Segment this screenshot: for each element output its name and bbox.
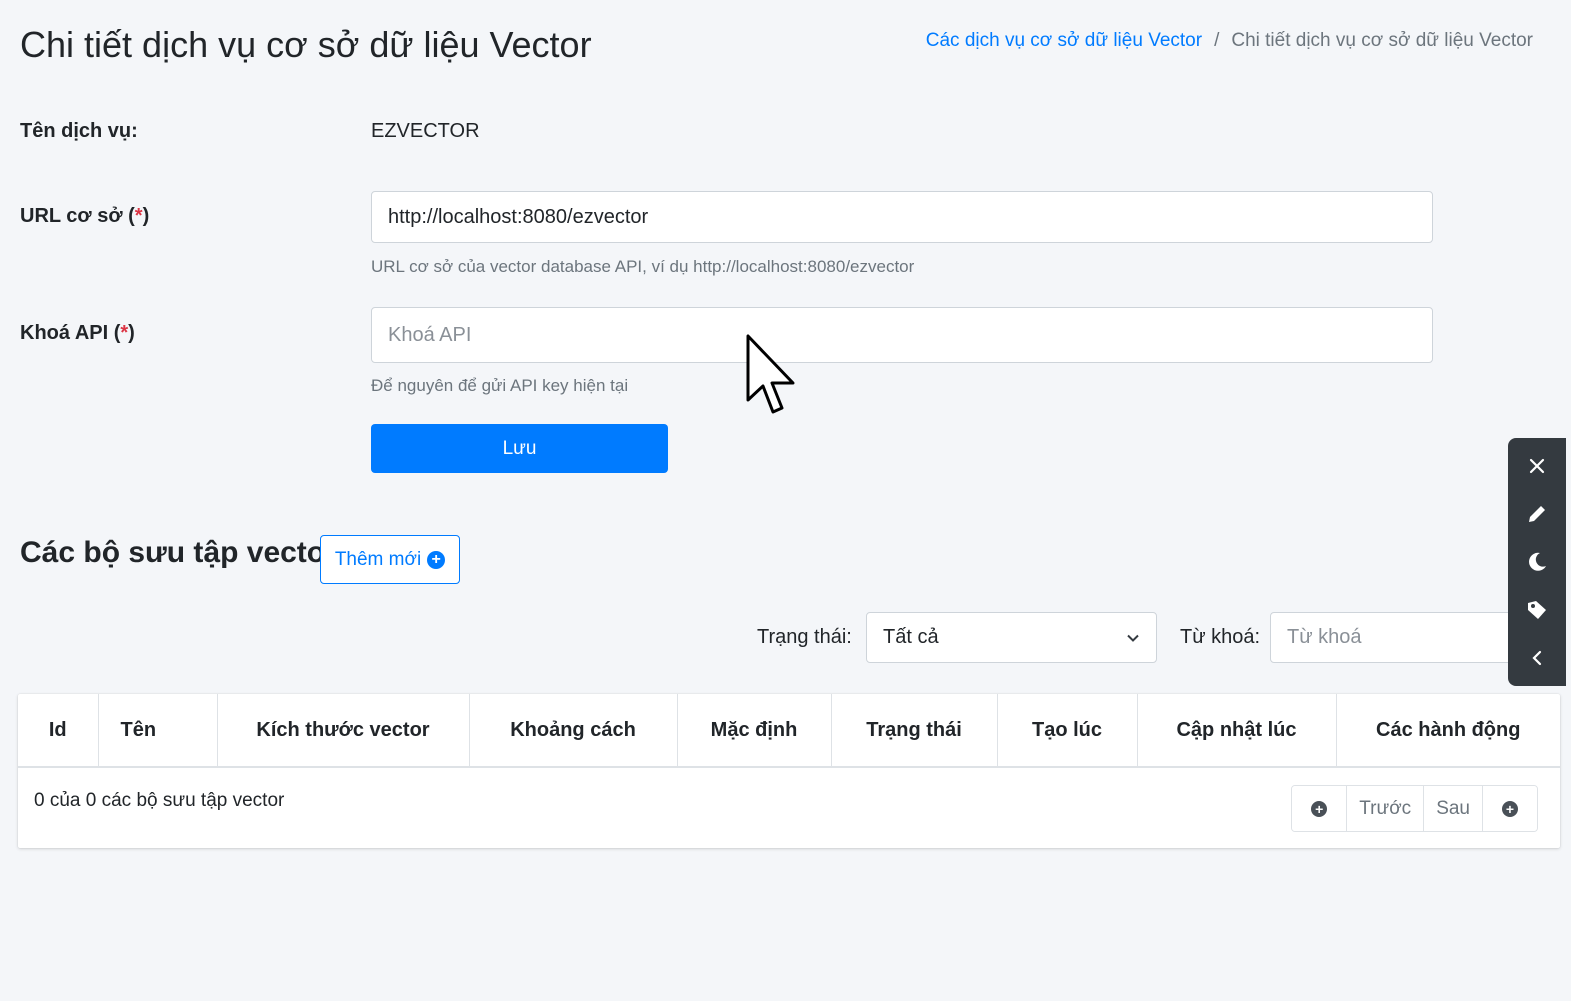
keyword-filter-label: Từ khoá: [1180,626,1261,648]
dark-mode-button[interactable] [1517,542,1557,582]
column-header-id[interactable]: Id [18,694,99,768]
base-url-input[interactable] [371,191,1433,243]
required-marker: * [134,205,143,227]
base-url-label: URL cơ sở (*) [20,205,149,228]
base-url-label-text: URL cơ sở ( [20,205,135,227]
base-url-help: URL cơ sở của vector database API, ví dụ… [371,257,915,276]
column-header-created-at[interactable]: Tạo lúc [997,694,1138,768]
close-icon [1529,458,1545,474]
base-url-label-end: ) [142,205,150,227]
add-collection-button[interactable]: Thêm mới + [320,535,460,584]
api-key-label: Khoá API (*) [20,322,135,345]
plus-circle-icon: + [1502,800,1518,817]
pagination-next-button[interactable]: Sau [1424,786,1483,831]
close-toolbar-button[interactable] [1517,446,1557,486]
theme-button[interactable] [1517,590,1557,630]
api-key-input[interactable] [371,307,1433,363]
status-filter-select[interactable]: Tất cả [866,612,1157,663]
column-header-distance[interactable]: Khoảng cách [469,694,678,768]
column-header-status[interactable]: Trạng thái [831,694,998,768]
table-header-row: Id Tên Kích thước vector Khoảng cách Mặc… [18,694,1560,768]
service-name-value: EZVECTOR [371,120,480,142]
pencil-icon [1529,506,1545,522]
plus-circle-icon: + [427,550,446,569]
table-summary: 0 của 0 các bộ sưu tập vector [34,790,285,811]
column-header-name[interactable]: Tên [98,694,218,768]
chevron-left-icon [1532,650,1542,666]
api-key-label-end: ) [128,322,135,344]
keyword-search-input[interactable] [1270,612,1530,663]
pagination-prev-button[interactable]: Trước [1347,786,1425,831]
floating-toolbar [1508,438,1566,686]
moon-icon [1529,552,1546,571]
column-header-updated-at[interactable]: Cập nhật lúc [1137,694,1337,768]
service-name-label: Tên dịch vụ: [20,120,138,142]
collections-table-card: Id Tên Kích thước vector Khoảng cách Mặc… [18,694,1560,848]
breadcrumb-separator: / [1214,30,1220,51]
breadcrumb-current: Chi tiết dịch vụ cơ sở dữ liệu Vector [1231,30,1533,51]
column-header-vector-size[interactable]: Kích thước vector [217,694,470,768]
save-button[interactable]: Lưu [371,424,668,473]
plus-circle-icon: + [1311,800,1328,817]
add-collection-label: Thêm mới [334,548,422,570]
required-marker: * [120,322,129,344]
collapse-toolbar-button[interactable] [1517,638,1557,678]
status-filter-label: Trạng thái: [757,626,852,648]
status-filter-value: Tất cả [883,626,939,648]
pagination-last-button[interactable]: + [1483,786,1537,831]
breadcrumb-link-services[interactable]: Các dịch vụ cơ sở dữ liệu Vector [926,30,1202,52]
breadcrumb: Các dịch vụ cơ sở dữ liệu Vector / Chi t… [926,30,1533,52]
chevron-down-icon [1127,634,1139,642]
palette-icon [1528,601,1546,619]
pagination: + Trước Sau + [1291,785,1538,832]
mouse-cursor-icon [746,334,795,414]
column-header-actions: Các hành động [1336,694,1560,768]
pagination-first-button[interactable]: + [1292,786,1348,831]
edit-toolbar-button[interactable] [1517,494,1557,534]
collections-table: Id Tên Kích thước vector Khoảng cách Mặc… [18,694,1560,768]
page-title: Chi tiết dịch vụ cơ sở dữ liệu Vector [20,24,592,65]
api-key-help: Để nguyên để gửi API key hiện tại [371,376,629,395]
api-key-label-text: Khoá API ( [20,322,121,344]
column-header-default[interactable]: Mặc định [677,694,832,768]
collections-title: Các bộ sưu tập vector [20,536,337,569]
